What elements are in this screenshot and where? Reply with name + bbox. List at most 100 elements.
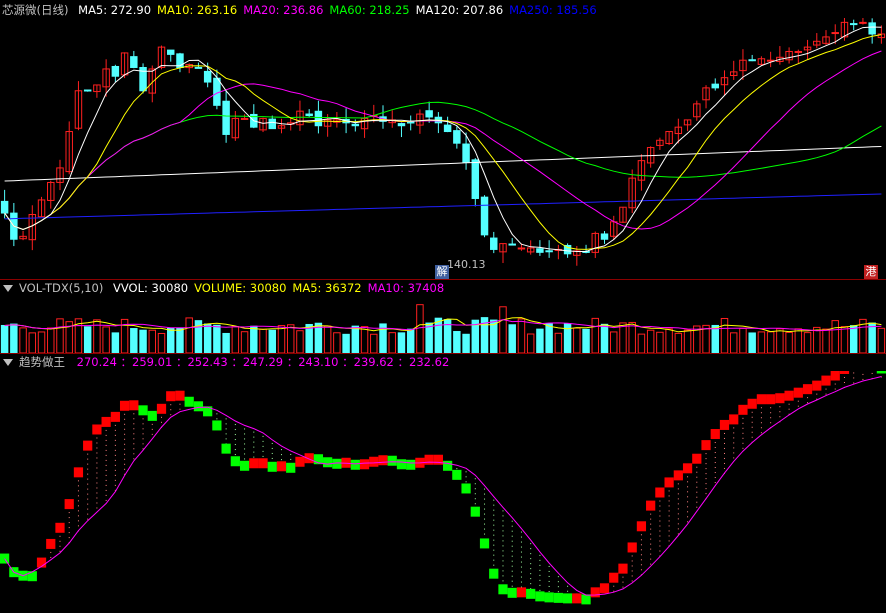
trend-block: [701, 440, 711, 451]
ma250-line: [4, 193, 882, 220]
trend-fill-dot: [751, 421, 753, 423]
trend-fill-dot: [539, 584, 541, 586]
volume-bar: [674, 332, 683, 353]
trend-fill-dot: [788, 408, 790, 410]
trend-fill-dot: [751, 431, 753, 433]
trend-fill-dot: [807, 397, 809, 399]
volume-indicator-name[interactable]: VOL-TDX(5,10): [19, 281, 103, 295]
trend-fill-dot: [733, 457, 735, 459]
trend-block: [359, 459, 370, 470]
trend-fill-dot: [493, 544, 495, 546]
trend-fill-dot: [687, 491, 689, 493]
trend-fill-dot: [262, 455, 264, 457]
trend-block: [156, 403, 167, 414]
trend-block: [92, 424, 102, 435]
trend-block: [839, 371, 850, 374]
candle-body: [480, 196, 489, 236]
trend-fill-dot: [290, 458, 292, 460]
trend-fill-dot: [687, 501, 689, 503]
trend-fill-dot: [114, 479, 116, 481]
volume-bar: [619, 322, 627, 353]
candle-body: [545, 250, 553, 253]
trend-fill-dot: [677, 488, 679, 490]
trend-fill-dot: [68, 522, 70, 524]
trend-fill-dot: [124, 438, 126, 440]
volume-bar: [849, 325, 858, 353]
trend-fill-dot: [105, 464, 107, 466]
dropdown-triangle-icon[interactable]: [3, 359, 13, 366]
candle-body: [849, 23, 858, 26]
trend-fill-dot: [68, 532, 70, 534]
trend-fill-dot: [539, 589, 541, 591]
volume-legend-item: MA10: 37408: [367, 281, 445, 295]
ma-legend-item: MA60: 218.25: [329, 3, 410, 17]
trend-chart[interactable]: [0, 371, 886, 613]
trend-fill-dot: [502, 535, 504, 537]
trend-fill-dot: [114, 424, 116, 426]
trend-fill-dot: [640, 534, 642, 536]
dropdown-triangle-icon[interactable]: [3, 285, 13, 292]
trend-fill-dot: [770, 407, 772, 409]
trend-block: [553, 592, 563, 603]
trend-fill-dot: [484, 493, 486, 495]
price-chart[interactable]: [0, 18, 886, 280]
trend-block: [793, 387, 803, 398]
volume-bar: [748, 332, 756, 353]
trend-block: [193, 401, 204, 412]
trend-indicator-name[interactable]: 趋势做王: [19, 355, 65, 369]
trend-fill-dot: [124, 413, 126, 415]
trend-fill-dot: [640, 559, 642, 561]
trend-fill-dot: [640, 539, 642, 541]
volume-bar: [637, 333, 646, 353]
trend-fill-dot: [733, 442, 735, 444]
trend-fill-dot: [520, 576, 522, 578]
trend-block: [295, 456, 305, 467]
trend-fill-dot: [114, 484, 116, 486]
trend-fill-dot: [862, 373, 864, 375]
trend-block: [350, 459, 360, 470]
trend-fill-dot: [87, 453, 89, 455]
volume-bar: [739, 327, 747, 353]
trend-fill-dot: [511, 530, 513, 532]
tag-gang[interactable]: 港: [864, 265, 878, 279]
volume-chart[interactable]: [0, 297, 886, 353]
trend-fill-dot: [96, 487, 98, 489]
trend-fill-dot: [650, 518, 652, 520]
trend-block: [756, 394, 767, 405]
trend-fill-dot: [659, 530, 661, 532]
trend-fill-dot: [659, 515, 661, 517]
trend-fill-dot: [853, 372, 855, 374]
trend-fill-dot: [244, 453, 246, 455]
trend-fill-dot: [87, 463, 89, 465]
trend-fill-dot: [105, 454, 107, 456]
trend-block: [682, 463, 693, 474]
stock-title[interactable]: 芯源微(日线): [2, 3, 68, 17]
trend-panel-header: 趋势做王 270.24 ：259.01 ：252.43 ：247.29 ：243…: [0, 354, 455, 370]
trend-fill-dot: [50, 556, 52, 558]
volume-bar: [757, 331, 766, 353]
trend-fill-dot: [77, 520, 79, 522]
trend-block: [516, 587, 527, 598]
trend-fill-dot: [114, 449, 116, 451]
trend-fill-dot: [797, 400, 799, 402]
trend-fill-dot: [723, 452, 725, 454]
trend-fill-dot: [723, 447, 725, 449]
trend-fill-dot: [659, 500, 661, 502]
trend-fill-dot: [114, 429, 116, 431]
volume-bar: [176, 328, 184, 353]
trend-fill-dot: [760, 407, 762, 409]
trend-fill-dot: [253, 451, 255, 453]
trend-block: [387, 455, 397, 466]
tag-jie[interactable]: 解: [435, 265, 449, 279]
trend-block: [692, 453, 702, 464]
trend-fill-dot: [760, 412, 762, 414]
trend-fill-dot: [714, 457, 716, 459]
trend-fill-dot: [687, 506, 689, 508]
trend-fill-dot: [733, 452, 735, 454]
volume-bar: [453, 331, 461, 353]
trend-fill-dot: [96, 467, 98, 469]
trend-fill-dot: [520, 581, 522, 583]
trend-fill-dot: [59, 550, 61, 552]
trend-fill-dot: [714, 477, 716, 479]
trend-fill-dot: [548, 585, 550, 587]
